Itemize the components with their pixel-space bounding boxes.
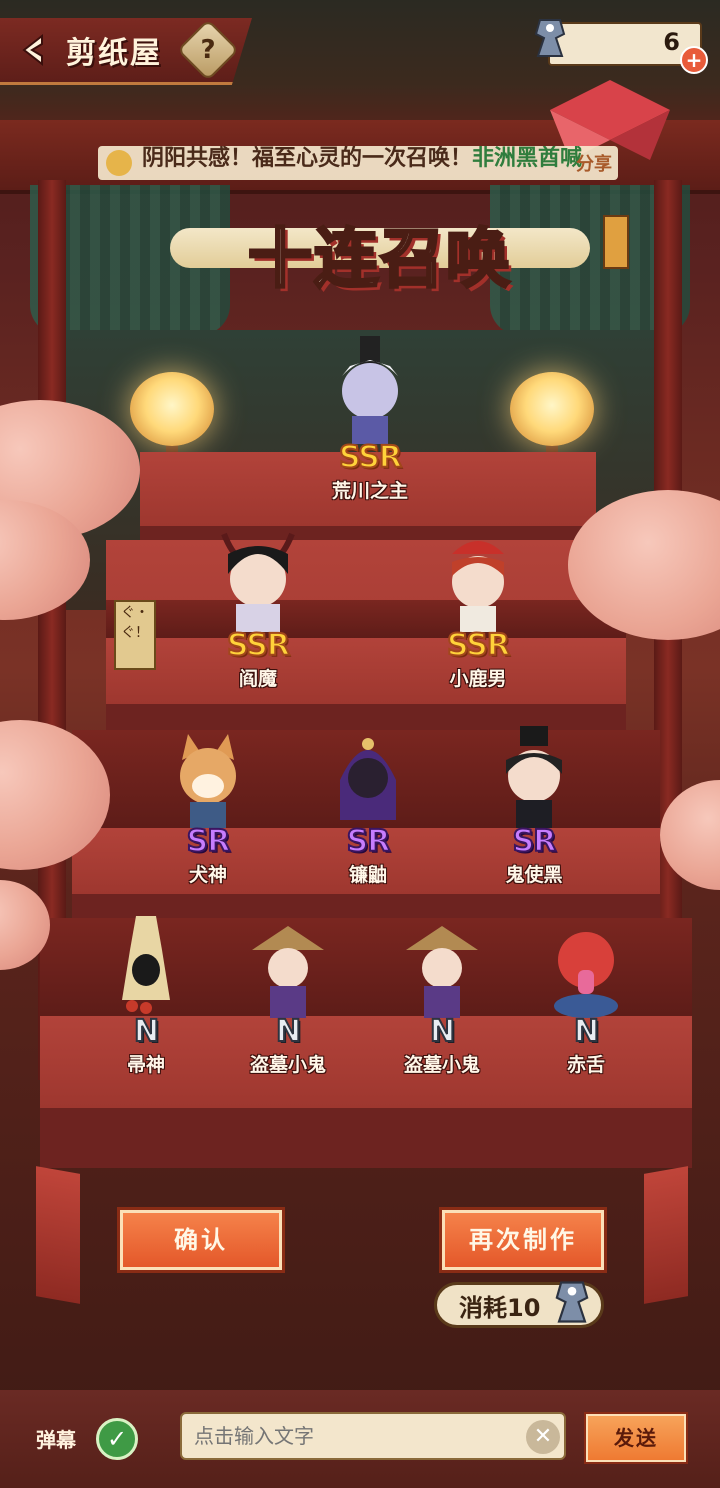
announcement-marquee: 阴阳共感！福至心灵的一次召唤！非洲黑酋喊 分享: [98, 146, 618, 180]
character-avatar: [452, 541, 504, 632]
wooden-sign: ぐ・ぐ！: [114, 600, 156, 670]
marquee-text-lead: 阴阳共感！福至心灵的一次召唤！: [142, 146, 473, 171]
character-name: 帚神: [126, 1054, 165, 1076]
rarity-badge: SR: [186, 823, 232, 860]
clear-input-button[interactable]: ✕: [526, 1420, 560, 1454]
character-name: 阎魔: [238, 668, 277, 690]
add-currency-button[interactable]: +: [680, 46, 708, 74]
currency-value: 6: [663, 28, 680, 56]
character-card[interactable]: N 帚神: [76, 910, 216, 1080]
character-avatar: [221, 532, 295, 632]
rarity-badge: N: [133, 1013, 160, 1050]
marquee-text: 阴阳共感！福至心灵的一次召唤！非洲黑酋喊: [142, 146, 582, 172]
character-name: 荒川之主: [331, 480, 408, 502]
banner-flag-right: [644, 1166, 688, 1304]
character-card[interactable]: N 赤舌: [516, 910, 656, 1080]
stair-step-2b: [106, 638, 626, 730]
character-card[interactable]: SR 鬼使黑: [464, 720, 604, 890]
lantern-right: [510, 372, 594, 446]
lantern-left: [130, 372, 214, 446]
rarity-badge: SR: [346, 823, 392, 860]
summon-result-screen: ぐ・ぐ！ 剪纸屋 ? 6 + 阴阳共感！福至心灵的一次召唤！非洲黑酋喊 分享 十…: [0, 0, 720, 1488]
character-name: 赤舌: [566, 1054, 605, 1076]
character-card[interactable]: N 盗墓小鬼: [218, 910, 358, 1080]
character-avatar: [342, 336, 398, 444]
flower-icon: [106, 150, 132, 176]
character-name: 小鹿男: [449, 668, 507, 690]
page-title: 剪纸屋: [66, 36, 162, 71]
rarity-badge: SSR: [446, 627, 511, 664]
danmu-toggle-checkbox[interactable]: ✓: [96, 1418, 138, 1460]
character-avatar: [406, 926, 478, 1018]
character-card[interactable]: SR 镰鼬: [298, 720, 438, 890]
share-tag[interactable]: 分享: [576, 150, 612, 176]
character-name: 盗墓小鬼: [249, 1054, 326, 1076]
summon-again-button[interactable]: 再次制作: [439, 1207, 607, 1273]
character-avatar: [554, 932, 618, 1018]
character-name: 鬼使黑: [505, 864, 563, 886]
confirm-button[interactable]: 确认: [117, 1207, 285, 1273]
tassel-ornament: [603, 215, 629, 269]
rarity-badge: N: [429, 1013, 456, 1050]
character-card[interactable]: N 盗墓小鬼: [372, 910, 512, 1080]
banner-flag-left: [36, 1166, 80, 1304]
character-name: 镰鼬: [348, 864, 387, 886]
sign-text: ぐ・ぐ！: [121, 605, 149, 641]
summon-title-banner: 十连召唤: [170, 208, 590, 299]
character-avatar: [506, 726, 562, 828]
character-avatar: [252, 926, 324, 1018]
character-card[interactable]: SSR 荒川之主: [300, 336, 440, 506]
rarity-badge: SSR: [338, 439, 403, 476]
marquee-text-highlight: 非洲黑酋喊: [472, 146, 583, 171]
character-name: 犬神: [188, 864, 227, 886]
danmu-input[interactable]: [180, 1412, 566, 1460]
character-avatar: [122, 916, 170, 1014]
summon-title: 十连召唤: [247, 222, 512, 299]
character-card[interactable]: SR 犬神: [138, 720, 278, 890]
character-name: 盗墓小鬼: [403, 1054, 480, 1076]
danmu-label: 弹幕: [36, 1428, 76, 1452]
send-button[interactable]: 发送: [584, 1412, 688, 1464]
paper-doll-icon: [528, 14, 572, 62]
back-button[interactable]: [14, 30, 54, 70]
rarity-badge: SR: [512, 823, 558, 860]
back-arrow-icon: [22, 33, 43, 67]
character-avatar: [180, 734, 236, 828]
character-card[interactable]: SSR 阎魔: [188, 524, 328, 694]
rarity-badge: SSR: [226, 627, 291, 664]
rarity-badge: N: [275, 1013, 302, 1050]
rarity-badge: N: [573, 1013, 600, 1050]
character-avatar: [340, 738, 396, 820]
question-icon: ?: [200, 35, 216, 65]
character-card[interactable]: SSR 小鹿男: [408, 524, 548, 694]
stair-riser-2: [106, 600, 626, 640]
paper-doll-icon: [548, 1276, 596, 1328]
